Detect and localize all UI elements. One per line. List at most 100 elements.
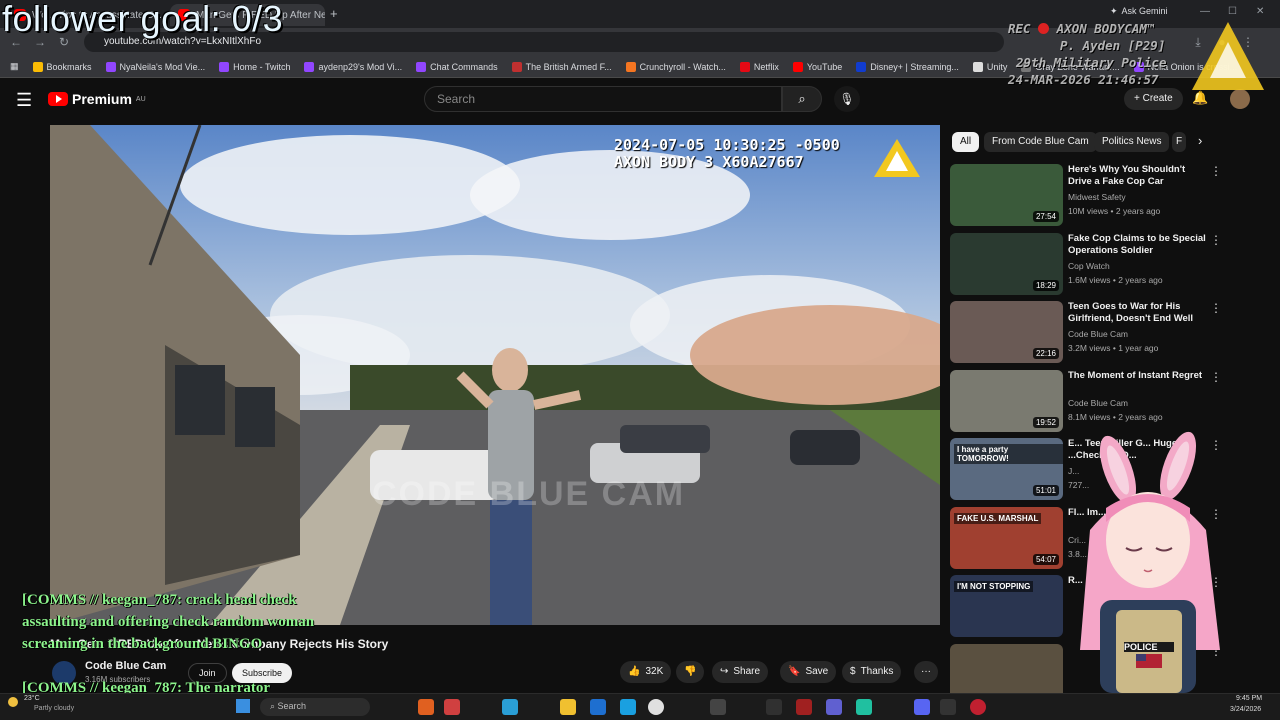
taskbar-app-icon[interactable] <box>502 699 518 715</box>
taskbar-app-icon[interactable] <box>444 699 460 715</box>
chip-from-code-blue-cam[interactable]: From Code Blue Cam <box>984 132 1097 152</box>
dislike-button[interactable]: 👎 <box>676 661 705 683</box>
bookmark-item[interactable]: Chat Commands <box>416 61 498 72</box>
bookmark-item[interactable]: Netflix <box>739 61 779 72</box>
clock-date[interactable]: 3/24/2026 <box>1230 706 1261 713</box>
video-thumbnail[interactable]: 19:52 <box>950 369 1063 432</box>
bookmark-item[interactable]: aydenp29's Mod Vi... <box>304 61 402 72</box>
chip-all[interactable]: All <box>952 132 980 152</box>
bookmark-item[interactable]: NyaNeila's Mod Vie... <box>105 61 206 72</box>
video-thumbnail[interactable]: I'M NOT STOPPING <box>950 575 1063 637</box>
new-tab-icon[interactable]: + <box>330 6 338 21</box>
create-button[interactable]: + Create <box>1124 88 1183 110</box>
taskbar-search[interactable]: ⌕ Search <box>260 698 370 716</box>
recommendation-title[interactable]: Fake Cop Claims to be Special Operations… <box>1068 233 1208 257</box>
unit-line: 29th Military Police <box>1016 55 1167 70</box>
axon-logo-icon <box>874 139 920 177</box>
bookmark-item[interactable]: Crunchyroll - Watch... <box>625 61 726 72</box>
share-button[interactable]: ↪ Share <box>712 661 769 683</box>
recommendation-meta: 8.1M views • 2 years ago <box>1068 411 1163 422</box>
taskbar-app-icon[interactable] <box>856 699 872 715</box>
recommendation-title[interactable]: Here's Why You Shouldn't Drive a Fake Co… <box>1068 164 1208 188</box>
bookmark-label: Bookmarks <box>46 61 92 72</box>
channel-name[interactable]: Code Blue Cam <box>85 660 166 672</box>
recommendation-channel[interactable]: Cop Watch <box>1068 261 1110 271</box>
more-options-icon[interactable]: ⋮ <box>1210 233 1222 247</box>
recommendation-title[interactable]: The Moment of Instant Regret <box>1068 370 1208 382</box>
maximize-icon[interactable]: ☐ <box>1228 6 1237 17</box>
bookmark-icon: 🔖 <box>788 666 801 677</box>
recommendation-item[interactable]: 22:16 Teen Goes to War for His Girlfriend… <box>950 301 1230 365</box>
recommendation-channel[interactable]: Code Blue Cam <box>1068 329 1128 339</box>
video-player[interactable]: CODE BLUE CAM <box>50 125 940 625</box>
bookmark-item[interactable]: YouTube <box>792 61 842 72</box>
chrome-icon[interactable] <box>648 699 664 715</box>
video-thumbnail[interactable]: 22:16 <box>950 301 1063 363</box>
edge-icon[interactable] <box>620 699 636 715</box>
more-options-icon[interactable]: ⋮ <box>1210 301 1222 315</box>
windows-start-icon[interactable] <box>236 699 250 713</box>
taskbar-app-icon[interactable] <box>940 699 956 715</box>
save-label: Save <box>805 666 829 677</box>
bookmark-label: Unity <box>986 61 1008 72</box>
taskbar-search-label: Search <box>277 701 307 711</box>
thumbs-up-icon: 👍 <box>628 666 641 677</box>
file-explorer-icon[interactable] <box>560 699 576 715</box>
bookmark-item[interactable]: Unity <box>972 61 1008 72</box>
save-button[interactable]: 🔖 Save <box>780 661 837 683</box>
comms-chat-line: screaming in the background BINGO <box>22 636 263 652</box>
bookmark-item[interactable]: Home - Twitch <box>219 61 290 72</box>
timestamp-line: 2024-07-05 10:30:25 -0500 <box>614 136 840 154</box>
thumbnail-caption: I'M NOT STOPPING <box>954 581 1034 592</box>
police-patch-label: POLICE <box>1124 642 1158 652</box>
bookmark-item[interactable]: The British Armed F... <box>511 61 612 72</box>
more-actions-button[interactable]: ··· <box>914 661 938 683</box>
recommendation-item[interactable]: 27:54 Here's Why You Shouldn't Drive a Fa… <box>950 164 1230 228</box>
bookmark-label: NyaNeila's Mod Vie... <box>119 61 206 72</box>
chip-politics-news[interactable]: Politics News <box>1094 132 1170 152</box>
youtube-logo[interactable]: Premium AU <box>48 91 146 107</box>
chevron-right-icon[interactable]: › <box>1198 133 1202 148</box>
minimize-icon[interactable]: — <box>1200 6 1210 17</box>
chip-more[interactable]: F <box>1172 132 1186 152</box>
close-window-icon[interactable]: ✕ <box>1256 6 1264 17</box>
weather-icon <box>8 697 18 707</box>
video-thumbnail[interactable]: 18:29 <box>950 232 1063 295</box>
more-options-icon[interactable]: ⋮ <box>1210 164 1222 178</box>
video-thumbnail[interactable]: FAKE U.S. MARSHAL 54:07 <box>950 506 1063 569</box>
bookmark-item[interactable]: Disney+ | Streaming... <box>856 61 959 72</box>
hamburger-menu-icon[interactable]: ☰ <box>16 90 32 111</box>
taskbar-app-icon[interactable] <box>826 699 842 715</box>
taskbar-app-icon[interactable] <box>710 699 726 715</box>
video-thumbnail[interactable]: I have a party TOMORROW! 51:01 <box>950 438 1063 500</box>
recommendation-item[interactable]: 18:29 Fake Cop Claims to be Special Opera… <box>950 232 1230 297</box>
super-thanks-icon: $ <box>850 666 856 677</box>
weather-text[interactable]: Partly cloudy <box>34 705 74 712</box>
search-icon[interactable]: ⌕ <box>782 86 822 112</box>
taskbar-app-icon[interactable] <box>796 699 812 715</box>
bookmark-label: Disney+ | Streaming... <box>870 61 959 72</box>
clock-time[interactable]: 9:45 PM <box>1236 695 1262 702</box>
recommendation-channel[interactable]: Midwest Safety <box>1068 192 1126 202</box>
microphone-icon[interactable]: 🎙 <box>834 86 860 112</box>
recommendation-item[interactable]: 19:52 The Moment of Instant Regret Code Bl… <box>950 369 1230 434</box>
thumbnail-caption: FAKE U.S. MARSHAL <box>954 512 1042 524</box>
video-watermark: CODE BLUE CAM <box>372 475 686 513</box>
vtuber-avatar <box>1080 431 1220 693</box>
apps-icon[interactable]: ▦ <box>10 61 19 72</box>
taskbar-app-icon[interactable] <box>418 699 434 715</box>
recommendation-channel[interactable]: Code Blue Cam <box>1068 398 1128 408</box>
taskbar-app-icon[interactable] <box>590 699 606 715</box>
bookmark-item[interactable]: Bookmarks <box>32 61 92 72</box>
search-input[interactable]: Search <box>424 86 782 112</box>
discord-icon[interactable] <box>914 699 930 715</box>
thanks-button[interactable]: $ Thanks <box>842 661 902 683</box>
taskbar-app-icon[interactable] <box>970 699 986 715</box>
taskbar-app-icon[interactable] <box>766 699 782 715</box>
more-options-icon[interactable]: ⋮ <box>1210 370 1222 384</box>
like-button[interactable]: 👍 32K <box>620 661 672 683</box>
recommendation-title[interactable]: Teen Goes to War for His Girlfriend, Doe… <box>1068 301 1208 325</box>
duration-badge: 27:54 <box>1032 211 1059 222</box>
video-thumbnail[interactable]: 27:54 <box>950 164 1063 226</box>
ask-gemini-button[interactable]: ✦ Ask Gemini <box>1110 6 1168 17</box>
